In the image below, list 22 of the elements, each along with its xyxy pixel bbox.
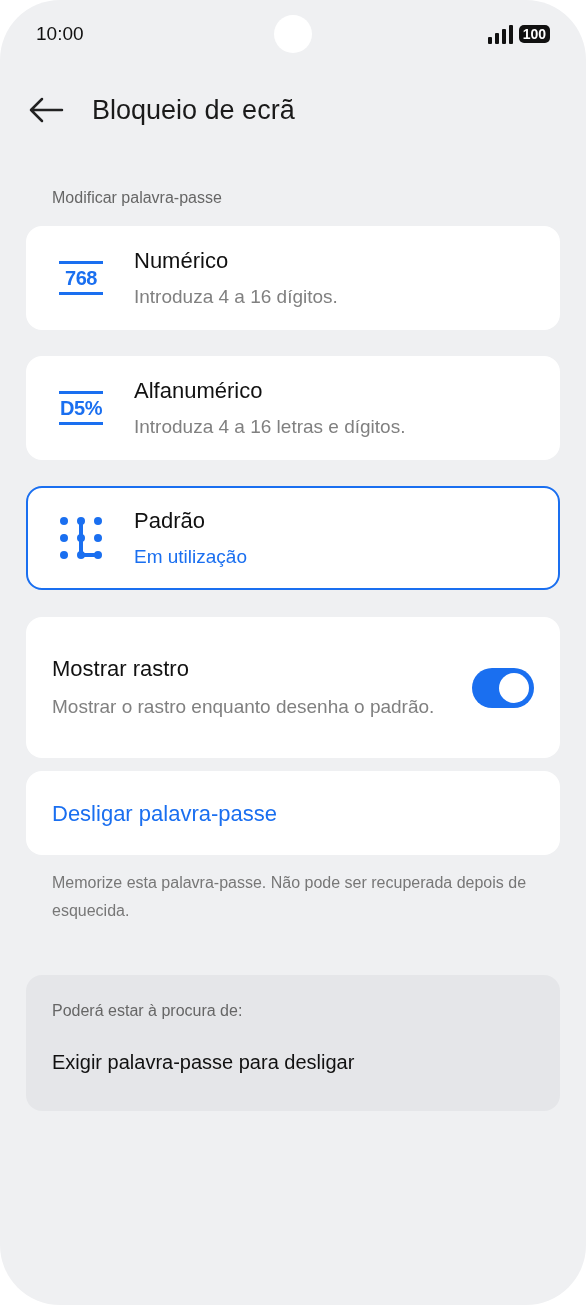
status-time: 10:00 xyxy=(36,21,84,46)
suggestions-label: Poderá estar à procura de: xyxy=(52,1001,244,1021)
setting-title: Mostrar rastro xyxy=(52,655,190,683)
page-title: Bloqueio de ecrã xyxy=(92,93,295,127)
suggestion-link[interactable]: Exigir palavra-passe para desligar xyxy=(52,1031,534,1093)
toggle-switch[interactable] xyxy=(472,667,534,708)
password-type-option[interactable]: Padrão Em utilização xyxy=(26,486,560,590)
option-title: Numérico xyxy=(134,247,230,276)
section-label: Modificar palavra-passe xyxy=(52,189,222,206)
back-arrow-icon[interactable] xyxy=(28,96,64,124)
option-subtitle: Introduza 4 a 16 letras e dígitos. xyxy=(134,415,406,440)
warning-note: Memorize esta palavra-passe. Não pode ser recuperada depois de esquecida. xyxy=(52,873,528,921)
option-subtitle: Introduza 4 a 16 dígitos. xyxy=(134,285,338,310)
password-type-option[interactable]: 768 Numérico Introduza 4 a 16 dígitos. xyxy=(26,226,560,330)
turn-off-password-link[interactable]: Desligar palavra-passe xyxy=(26,771,560,855)
signal-icon xyxy=(487,24,513,44)
battery-indicator: 100 xyxy=(518,25,550,43)
option-title: Padrão xyxy=(134,507,206,536)
option-title: Alfanumérico xyxy=(134,377,264,406)
option-subtitle: Em utilização xyxy=(134,545,247,570)
setting-description: Mostrar o rastro enquanto desenha o padrão. xyxy=(52,695,436,719)
password-type-option[interactable]: D5% Alfanumérico Introduza 4 a 16 letras e dígitos. xyxy=(26,356,560,460)
